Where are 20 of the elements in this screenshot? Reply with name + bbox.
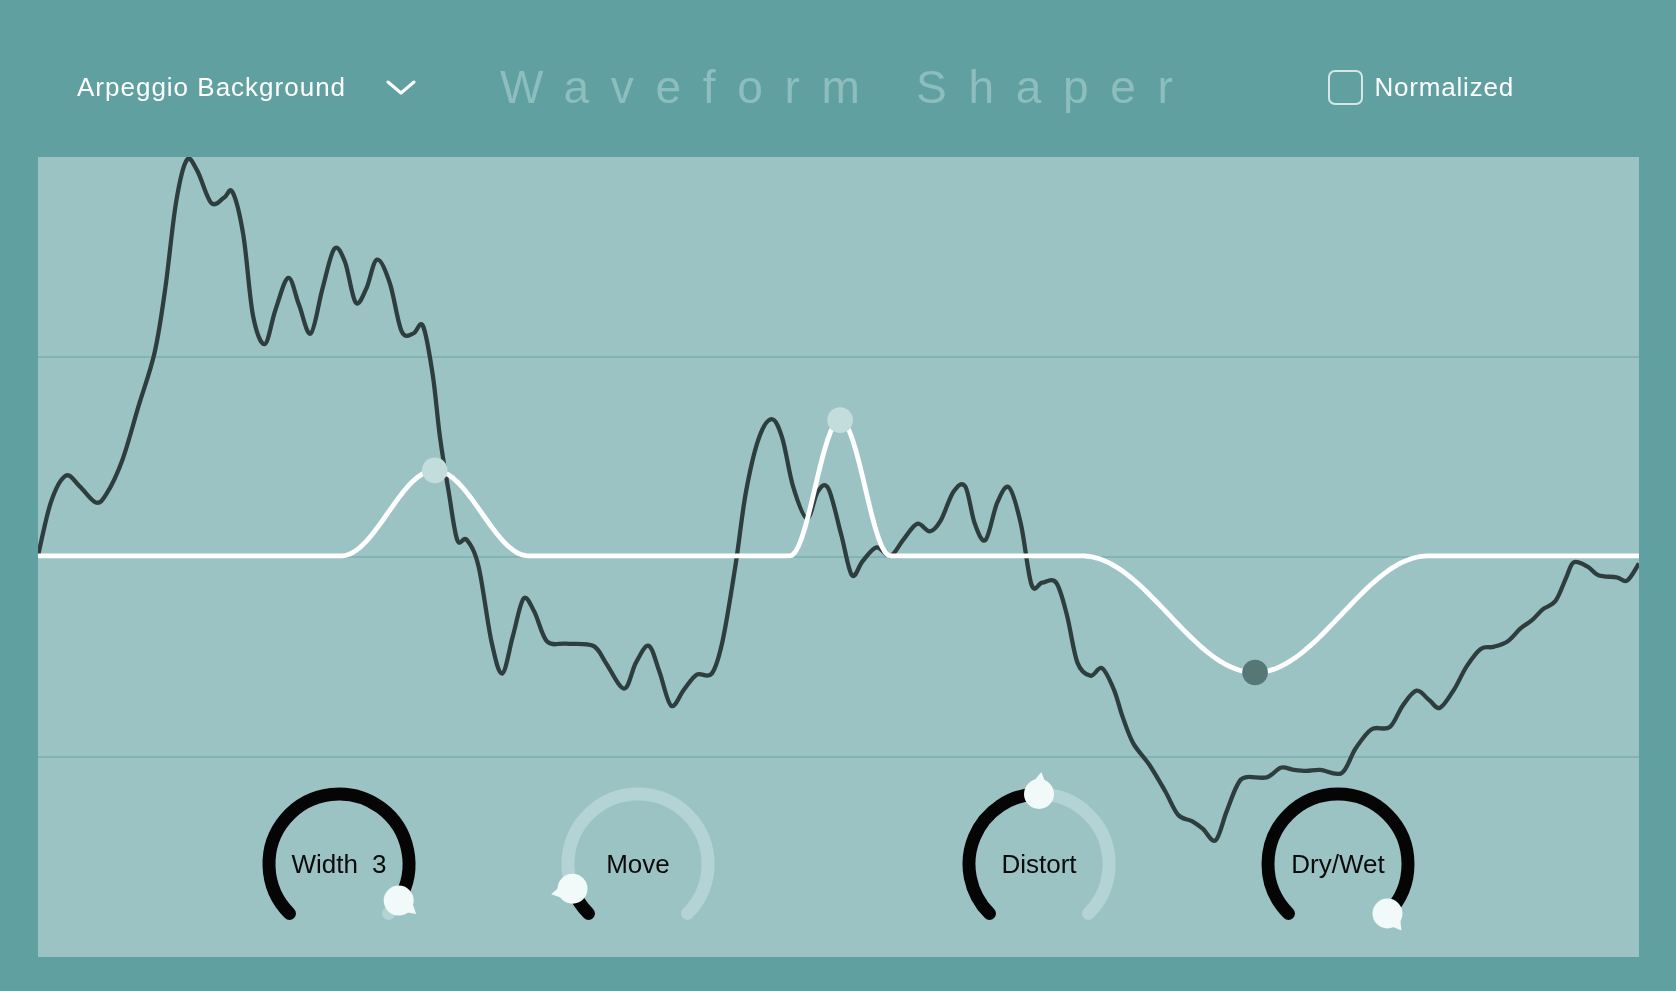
knob-handle[interactable]: [1024, 772, 1054, 809]
knob-handle[interactable]: [1372, 898, 1403, 931]
knob-track[interactable]: [262, 787, 417, 920]
knob-value: 3: [372, 848, 387, 880]
knob-label: Move: [606, 848, 670, 880]
preset-dropdown[interactable]: Arpeggio Background: [77, 71, 417, 103]
knob-track[interactable]: [1261, 787, 1415, 931]
knob-label: Width: [291, 848, 358, 880]
chevron-down-icon: [386, 79, 417, 95]
checkbox-label: Normalized: [1374, 71, 1514, 103]
curve-handle[interactable]: [421, 457, 448, 484]
knob-label: Dry/Wet: [1291, 848, 1385, 880]
knob-handle[interactable]: [551, 873, 588, 904]
curve-handle[interactable]: [1242, 659, 1268, 686]
knob-handle[interactable]: [383, 885, 417, 916]
curve-handle[interactable]: [827, 407, 853, 433]
knob-track[interactable]: [962, 772, 1116, 920]
normalized-checkbox[interactable]: [1327, 69, 1363, 105]
knob-label: Distort: [1001, 848, 1077, 880]
knob-track[interactable]: [551, 787, 715, 920]
